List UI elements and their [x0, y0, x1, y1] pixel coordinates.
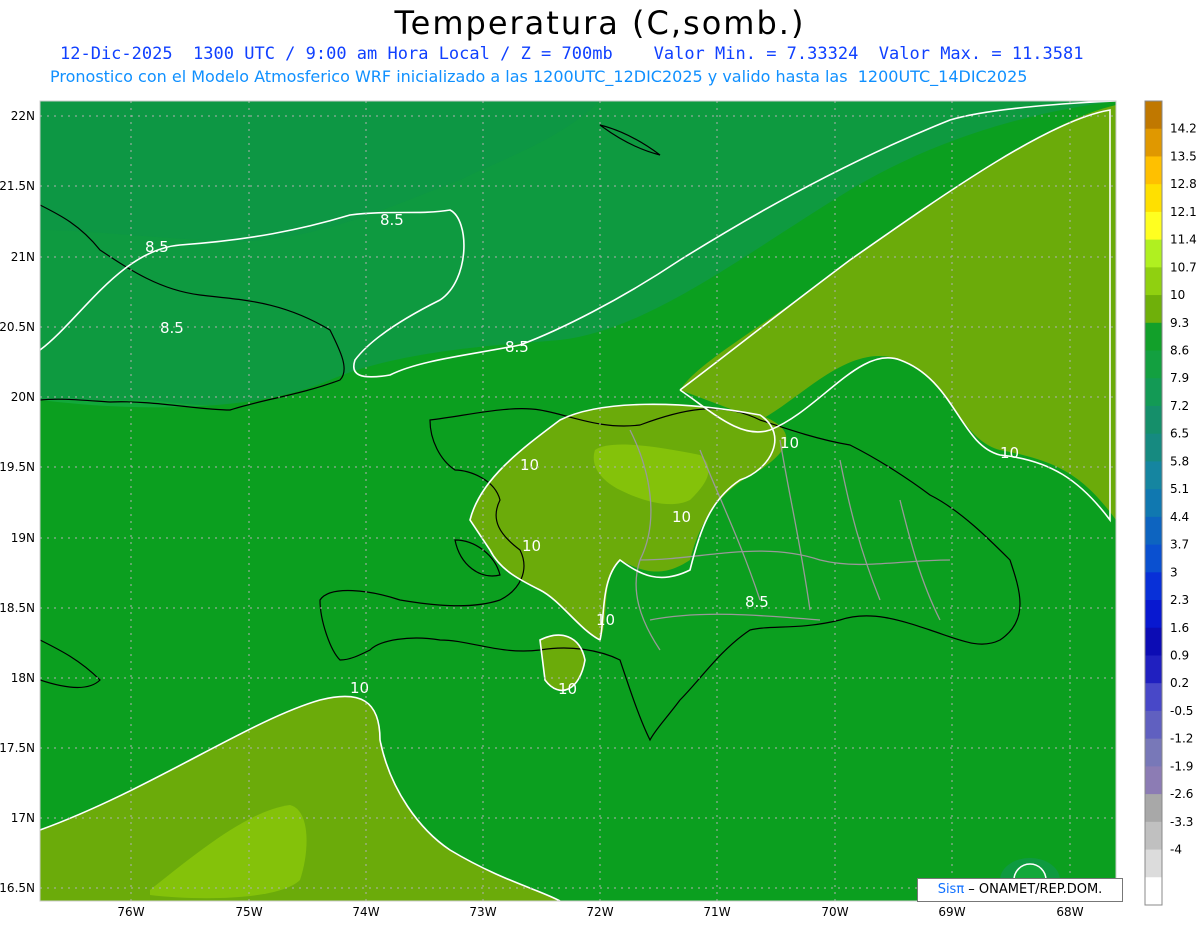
colorbar-swatch [1145, 766, 1162, 795]
lon-label: 73W [469, 905, 496, 919]
lat-label: 19.5N [0, 460, 35, 474]
colorbar-label: 4.4 [1170, 510, 1189, 524]
temperature-field [40, 101, 1116, 901]
colorbar-label: 0.2 [1170, 676, 1189, 690]
lat-label: 21.5N [0, 179, 35, 193]
colorbar-swatch [1145, 128, 1162, 157]
contour-label: 10 [596, 611, 615, 629]
colorbar-swatch [1145, 350, 1162, 379]
colorbar-swatch [1145, 295, 1162, 324]
colorbar-label: 2.3 [1170, 593, 1189, 607]
colorbar-swatch [1145, 101, 1162, 130]
lon-label: 69W [938, 905, 965, 919]
lon-label: 68W [1056, 905, 1083, 919]
contour-label: 8.5 [160, 319, 184, 337]
contour-label: 10 [780, 434, 799, 452]
colorbar-swatch [1145, 516, 1162, 546]
colorbar-swatch [1145, 378, 1162, 407]
colorbar-swatch [1145, 267, 1162, 296]
colorbar-swatch [1145, 821, 1162, 851]
colorbar-label: 9.3 [1170, 316, 1189, 330]
colorbar-swatch [1145, 738, 1162, 767]
lat-label: 18N [11, 671, 35, 685]
colorbar-label: 8.6 [1170, 344, 1189, 358]
colorbar-label: -4 [1170, 843, 1182, 857]
colorbar-label: -3.3 [1170, 815, 1193, 829]
colorbar-label: 5.1 [1170, 482, 1189, 496]
lon-label: 74W [352, 905, 379, 919]
contour-label: 8.5 [505, 338, 529, 356]
lon-label: 76W [117, 905, 144, 919]
colorbar-swatch [1145, 655, 1162, 684]
lat-label: 17N [11, 811, 35, 825]
lat-label: 20N [11, 390, 35, 404]
colorbar-swatch [1145, 211, 1162, 241]
colorbar-swatch [1145, 572, 1162, 601]
colorbar-swatch [1145, 600, 1162, 629]
lat-label: 20.5N [0, 320, 35, 334]
colorbar-label: 10 [1170, 288, 1185, 302]
colorbar-swatch [1145, 322, 1162, 352]
colorbar-swatch [1145, 877, 1162, 906]
colorbar-label: 14.2 [1170, 122, 1197, 136]
contour-label: 10 [522, 537, 541, 555]
lon-label: 71W [703, 905, 730, 919]
colorbar-label: -1.9 [1170, 759, 1193, 773]
colorbar-label: 0.9 [1170, 648, 1189, 662]
colorbar-swatch [1145, 489, 1162, 518]
colorbar-swatch [1145, 433, 1162, 462]
colorbar-label: 10.7 [1170, 260, 1197, 274]
colorbar-label: 11.4 [1170, 233, 1197, 247]
brand-logo-text: Sisπ [937, 882, 965, 897]
colorbar-swatch [1145, 683, 1162, 712]
credit-text: – ONAMET/REP.DOM. [964, 882, 1103, 897]
colorbar-swatch [1145, 156, 1162, 185]
contour-label: 10 [350, 679, 369, 697]
contour-label: 10 [520, 456, 539, 474]
lat-label: 16.5N [0, 881, 35, 895]
lat-label: 18.5N [0, 601, 35, 615]
lon-label: 75W [235, 905, 262, 919]
longitude-axis: 76W 75W 74W 73W 72W 71W 70W 69W 68W [117, 905, 1083, 919]
lon-label: 72W [586, 905, 613, 919]
lon-label: 70W [821, 905, 848, 919]
colorbar-label: 12.1 [1170, 205, 1197, 219]
latitude-axis: 22N 21.5N 21N 20.5N 20N 19.5N 19N 18.5N … [0, 109, 35, 895]
lat-label: 21N [11, 250, 35, 264]
colorbar-swatch [1145, 544, 1162, 573]
lat-label: 19N [11, 531, 35, 545]
contour-label: 10 [1000, 444, 1019, 462]
colorbar-swatch [1145, 849, 1162, 878]
colorbar-swatch [1145, 794, 1162, 823]
colorbar-swatch [1145, 461, 1162, 490]
contour-label: 8.5 [145, 238, 169, 256]
colorbar-label: 6.5 [1170, 427, 1189, 441]
colorbar-swatch [1145, 239, 1162, 268]
lat-label: 17.5N [0, 741, 35, 755]
colorbar-swatch [1145, 405, 1162, 435]
colorbar-label: 5.8 [1170, 454, 1189, 468]
colorbar-swatch [1145, 710, 1162, 740]
colorbar-label: 12.8 [1170, 177, 1197, 191]
forecast-map: 8.5 8.5 8.5 8.5 8.5 10 10 10 10 10 10 10… [0, 100, 1197, 919]
colorbar-label: 3 [1170, 565, 1178, 579]
contour-label: 10 [558, 680, 577, 698]
contour-label: 8.5 [380, 211, 404, 229]
colorbar-label: 1.6 [1170, 621, 1189, 635]
colorbar-swatch [1145, 184, 1162, 213]
color-scale-bar: 14.2 13.5 12.8 12.1 11.4 10.7 10 9.3 8.6 7.9 7.2 6.… [1144, 100, 1197, 906]
lat-label: 22N [11, 109, 35, 123]
colorbar-label: -2.6 [1170, 787, 1193, 801]
colorbar-label: 13.5 [1170, 149, 1197, 163]
colorbar-label: -0.5 [1170, 704, 1193, 718]
colorbar-label: -1.2 [1170, 732, 1193, 746]
colorbar-label: 3.7 [1170, 538, 1189, 552]
colorbar-swatch [1145, 627, 1162, 656]
colorbar-label: 7.2 [1170, 399, 1189, 413]
credit-box: Sisπ – ONAMET/REP.DOM. [917, 878, 1123, 902]
colorbar-label: 7.9 [1170, 371, 1189, 385]
contour-label: 10 [672, 508, 691, 526]
